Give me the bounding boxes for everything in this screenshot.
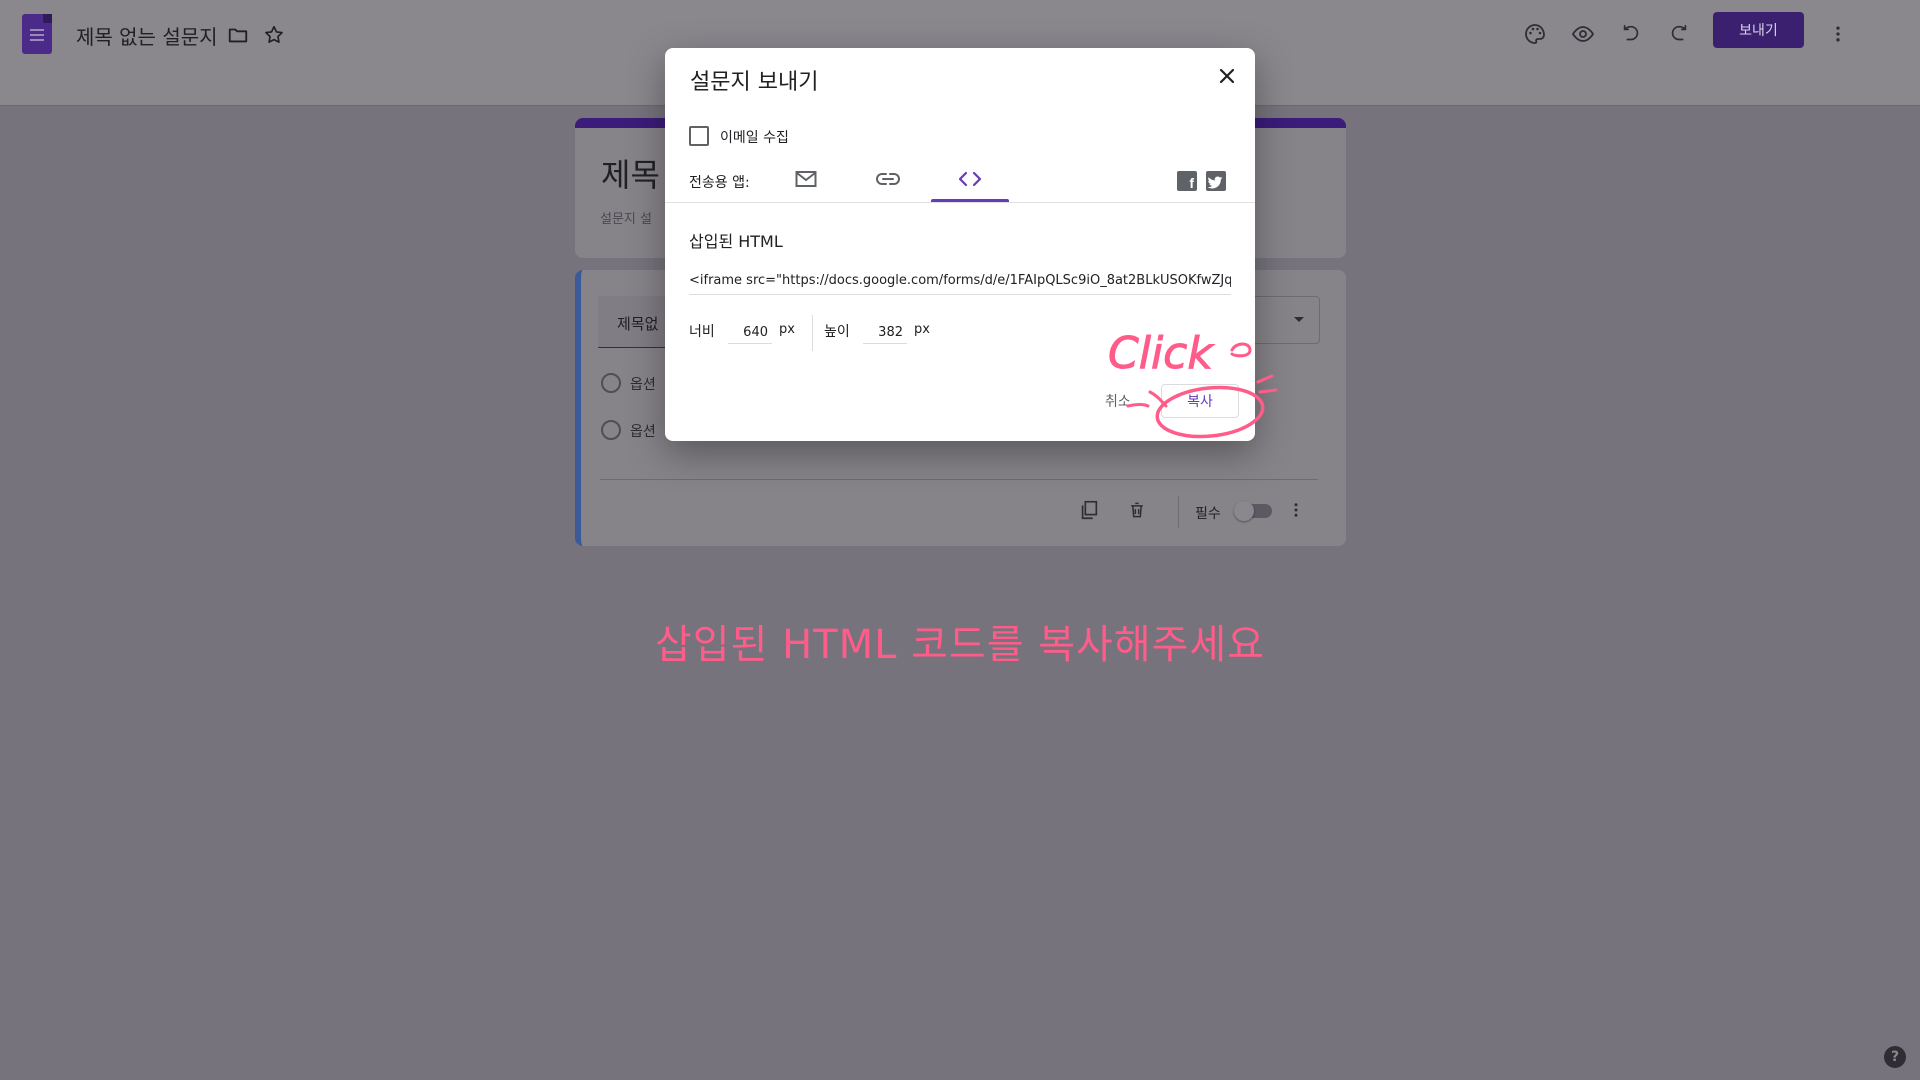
send-form-dialog: 설문지 보내기 이메일 수집 전송용 앱: f 삽입된 HTML 너비 px 높…: [665, 48, 1255, 441]
help-icon[interactable]: ?: [1884, 1046, 1906, 1068]
preview-eye-icon[interactable]: [1567, 18, 1599, 50]
dimension-separator: [812, 315, 813, 351]
tab-divider: [665, 202, 1255, 203]
twitter-icon[interactable]: [1206, 171, 1226, 191]
palette-icon[interactable]: [1519, 18, 1551, 50]
form-title[interactable]: 제목: [601, 150, 660, 196]
width-input[interactable]: [728, 322, 772, 344]
option-radio-1[interactable]: [601, 373, 621, 393]
document-title[interactable]: 제목 없는 설문지: [76, 21, 218, 50]
collect-email-checkbox[interactable]: [689, 126, 709, 146]
footer-separator: [1178, 496, 1179, 528]
question-divider: [600, 479, 1318, 480]
redo-icon[interactable]: [1663, 18, 1695, 50]
send-button[interactable]: 보내기: [1713, 12, 1804, 48]
link-icon: [876, 173, 900, 185]
tab-email[interactable]: [767, 156, 845, 202]
question-title: 제목없: [617, 315, 659, 333]
height-label: 높이: [824, 324, 850, 340]
code-icon: [958, 171, 982, 187]
option-label-1[interactable]: 옵션: [630, 374, 656, 394]
height-unit: px: [914, 322, 930, 337]
dropdown-arrow-icon: [1294, 317, 1304, 322]
width-label: 너비: [689, 324, 715, 340]
tab-embed-html[interactable]: [931, 156, 1009, 202]
delete-icon[interactable]: [1125, 498, 1149, 522]
facebook-icon[interactable]: f: [1177, 171, 1197, 191]
width-unit: px: [779, 322, 795, 337]
send-via-label: 전송용 앱:: [689, 175, 750, 191]
required-toggle[interactable]: [1234, 501, 1272, 521]
required-label: 필수: [1195, 506, 1221, 522]
instruction-caption: 삽입된 HTML 코드를 복사해주세요: [654, 622, 1266, 668]
question-type-dropdown[interactable]: [1250, 296, 1320, 344]
dialog-title: 설문지 보내기: [690, 70, 819, 95]
undo-icon[interactable]: [1615, 18, 1647, 50]
copy-button[interactable]: 복사: [1161, 384, 1239, 418]
option-label-2[interactable]: 옵션: [630, 421, 656, 441]
duplicate-icon[interactable]: [1077, 498, 1101, 522]
close-icon[interactable]: [1213, 62, 1241, 90]
question-more-icon[interactable]: [1284, 498, 1308, 522]
collect-email-label: 이메일 수집: [720, 130, 789, 146]
cancel-button[interactable]: 취소: [1105, 391, 1131, 411]
embed-html-heading: 삽입된 HTML: [689, 232, 783, 251]
embed-code-field[interactable]: [689, 267, 1231, 295]
option-radio-2[interactable]: [601, 420, 621, 440]
google-forms-logo[interactable]: [22, 14, 52, 54]
height-input[interactable]: [863, 322, 907, 344]
more-vert-icon[interactable]: [1822, 18, 1854, 50]
star-icon[interactable]: [258, 19, 290, 51]
folder-icon[interactable]: [222, 19, 254, 51]
form-description[interactable]: 설문지 설: [600, 208, 652, 227]
tab-link[interactable]: [849, 156, 927, 202]
email-icon: [795, 171, 817, 187]
